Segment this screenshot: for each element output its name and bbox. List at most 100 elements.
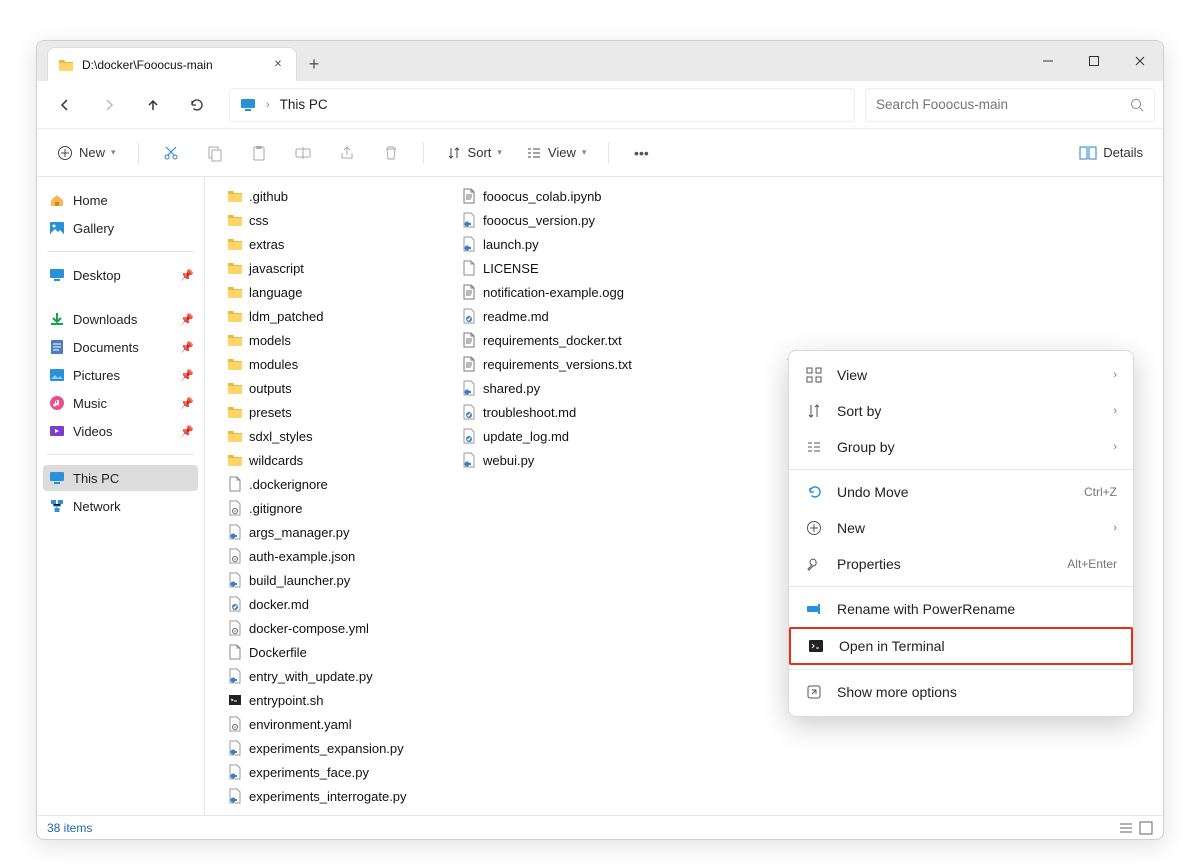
pictures-icon: [49, 367, 65, 383]
py-icon: [227, 668, 243, 684]
ctx-open-terminal[interactable]: Open in Terminal: [789, 627, 1133, 665]
file-item[interactable]: modules: [225, 353, 435, 375]
file-item[interactable]: args_manager.py: [225, 521, 435, 543]
file-name: LICENSE: [483, 261, 539, 276]
file-item[interactable]: .dockerignore: [225, 473, 435, 495]
close-window-button[interactable]: [1117, 41, 1163, 81]
file-name: args_manager.py: [249, 525, 349, 540]
file-name: build_launcher.py: [249, 573, 350, 588]
cut-button[interactable]: [151, 136, 191, 170]
file-item[interactable]: css: [225, 209, 435, 231]
ctx-more-options[interactable]: Show more options: [789, 674, 1133, 710]
file-item[interactable]: auth-example.json: [225, 545, 435, 567]
file-item[interactable]: build_launcher.py: [225, 569, 435, 591]
rename-button[interactable]: [283, 136, 323, 170]
search-icon: [1130, 98, 1144, 112]
file-item[interactable]: shared.py: [459, 377, 669, 399]
minimize-button[interactable]: [1025, 41, 1071, 81]
file-name: webui.py: [483, 453, 534, 468]
paste-button[interactable]: [239, 136, 279, 170]
address-bar[interactable]: › This PC: [229, 88, 855, 122]
sidebar-item-videos[interactable]: Videos📌: [43, 418, 198, 444]
close-tab-button[interactable]: ✕: [270, 57, 286, 73]
pin-icon: 📌: [180, 313, 194, 326]
file-item[interactable]: experiments_expansion.py: [225, 737, 435, 759]
file-item[interactable]: sdxl_styles: [225, 425, 435, 447]
sidebar-item-desktop[interactable]: Desktop📌: [43, 262, 198, 288]
file-item[interactable]: webui.py: [459, 449, 669, 471]
file-item[interactable]: readme.md: [459, 305, 669, 327]
sidebar-item-pictures[interactable]: Pictures📌: [43, 362, 198, 388]
sidebar-item-network[interactable]: Network: [43, 493, 198, 519]
file-item[interactable]: extras: [225, 233, 435, 255]
file-item[interactable]: javascript: [225, 257, 435, 279]
chevron-down-icon: ▾: [582, 147, 587, 158]
ctx-group[interactable]: Group by›: [789, 429, 1133, 465]
sort-button[interactable]: Sort ▾: [436, 136, 512, 170]
more-button[interactable]: •••: [621, 136, 661, 170]
search-box[interactable]: [865, 88, 1155, 122]
file-item[interactable]: launch.py: [459, 233, 669, 255]
file-name: presets: [249, 405, 292, 420]
file-item[interactable]: entry_with_update.py: [225, 665, 435, 687]
file-item[interactable]: docker.md: [225, 593, 435, 615]
view-button[interactable]: View ▾: [516, 136, 596, 170]
sidebar-item-this-pc[interactable]: This PC: [43, 465, 198, 491]
list-view-icon[interactable]: [1119, 821, 1133, 835]
sidebar-item-music[interactable]: Music📌: [43, 390, 198, 416]
view-label: View: [548, 145, 576, 160]
sidebar-item-documents[interactable]: Documents📌: [43, 334, 198, 360]
ctx-sort[interactable]: Sort by›: [789, 393, 1133, 429]
file-item[interactable]: update_log.md: [459, 425, 669, 447]
ctx-properties[interactable]: PropertiesAlt+Enter: [789, 546, 1133, 582]
sidebar-item-home[interactable]: Home: [43, 187, 198, 213]
ctx-rename-power[interactable]: Rename with PowerRename: [789, 591, 1133, 627]
forward-button[interactable]: [89, 87, 129, 123]
file-item[interactable]: troubleshoot.md: [459, 401, 669, 423]
window-tab[interactable]: D:\docker\Fooocus-main ✕: [47, 47, 297, 81]
file-item[interactable]: notification-example.ogg: [459, 281, 669, 303]
ctx-view[interactable]: View›: [789, 357, 1133, 393]
file-item[interactable]: outputs: [225, 377, 435, 399]
file-item[interactable]: ldm_patched: [225, 305, 435, 327]
file-item[interactable]: .github: [225, 185, 435, 207]
new-tab-button[interactable]: +: [297, 47, 331, 81]
up-button[interactable]: [133, 87, 173, 123]
sidebar-item-gallery[interactable]: Gallery: [43, 215, 198, 241]
file-item[interactable]: language: [225, 281, 435, 303]
file-item[interactable]: experiments_interrogate.py: [225, 785, 435, 807]
file-item[interactable]: .gitignore: [225, 497, 435, 519]
file-item[interactable]: requirements_versions.txt: [459, 353, 669, 375]
file-item[interactable]: models: [225, 329, 435, 351]
delete-button[interactable]: [371, 136, 411, 170]
file-item[interactable]: experiments_face.py: [225, 761, 435, 783]
file-item[interactable]: LICENSE: [459, 257, 669, 279]
details-view-icon[interactable]: [1139, 821, 1153, 835]
breadcrumb-root[interactable]: This PC: [280, 97, 328, 112]
file-item[interactable]: fooocus_version.py: [459, 209, 669, 231]
details-button[interactable]: Details: [1069, 136, 1153, 170]
file-item[interactable]: presets: [225, 401, 435, 423]
file-item[interactable]: entrypoint.sh: [225, 689, 435, 711]
back-button[interactable]: [45, 87, 85, 123]
search-input[interactable]: [876, 97, 1122, 112]
maximize-button[interactable]: [1071, 41, 1117, 81]
new-button[interactable]: New ▾: [47, 136, 126, 170]
txt-icon: [461, 332, 477, 348]
sidebar-item-downloads[interactable]: Downloads📌: [43, 306, 198, 332]
terminal-icon: [807, 637, 825, 655]
chevron-right-icon: ›: [1113, 369, 1117, 381]
copy-button[interactable]: [195, 136, 235, 170]
file-item[interactable]: fooocus_colab.ipynb: [459, 185, 669, 207]
file-item[interactable]: Dockerfile: [225, 641, 435, 663]
file-name: models: [249, 333, 291, 348]
file-item[interactable]: environment.yaml: [225, 713, 435, 735]
ctx-undo[interactable]: Undo MoveCtrl+Z: [789, 474, 1133, 510]
py-icon: [227, 740, 243, 756]
share-button[interactable]: [327, 136, 367, 170]
file-item[interactable]: docker-compose.yml: [225, 617, 435, 639]
file-item[interactable]: wildcards: [225, 449, 435, 471]
ctx-new[interactable]: New›: [789, 510, 1133, 546]
refresh-button[interactable]: [177, 87, 217, 123]
file-item[interactable]: requirements_docker.txt: [459, 329, 669, 351]
